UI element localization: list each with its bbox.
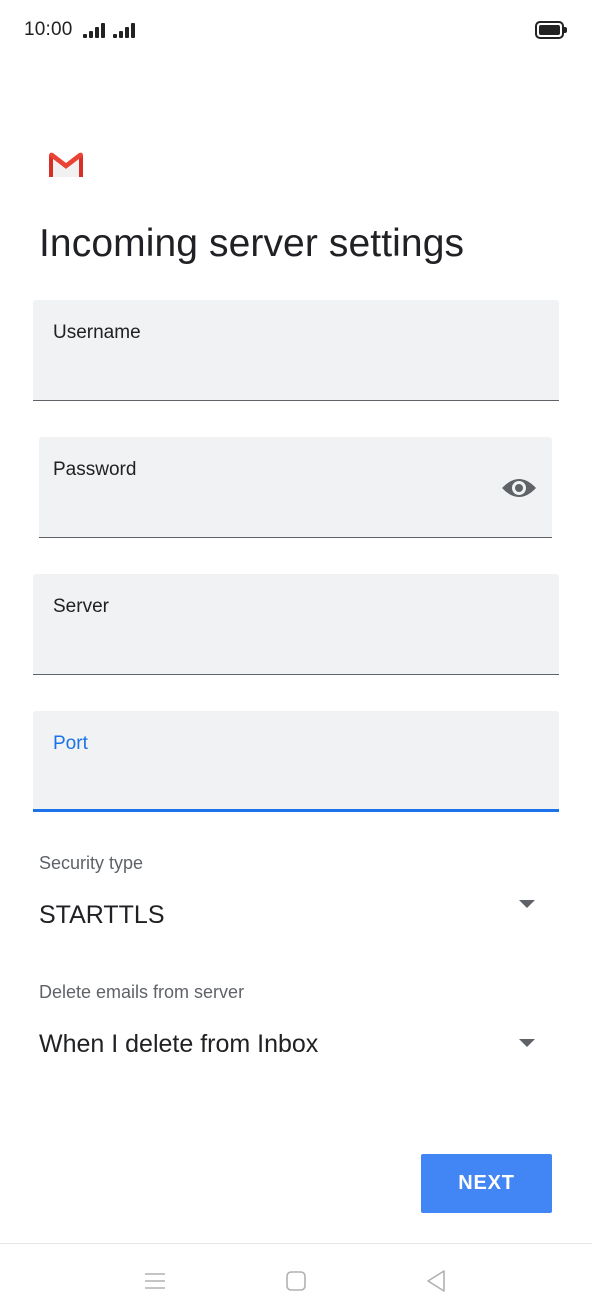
- password-field[interactable]: Password: [39, 437, 552, 538]
- signal-icon-2: [113, 22, 139, 38]
- delete-emails-label: Delete emails from server: [39, 982, 245, 1002]
- server-field[interactable]: Server: [33, 574, 559, 675]
- navigation-bar: [0, 1243, 592, 1315]
- signal-icon: [83, 22, 109, 38]
- chevron-down-icon-2[interactable]: [519, 1039, 535, 1047]
- next-button[interactable]: NEXT: [421, 1154, 552, 1213]
- security-type-dropdown[interactable]: Security type STARTTLS: [39, 853, 539, 933]
- back-icon[interactable]: [421, 1266, 451, 1296]
- delete-emails-value[interactable]: When I delete from Inbox: [39, 1030, 318, 1059]
- status-time: 10:00: [24, 19, 73, 40]
- security-type-label: Security type: [39, 853, 144, 873]
- eye-icon[interactable]: [500, 474, 538, 502]
- gmail-logo-icon: [49, 152, 83, 177]
- menu-icon[interactable]: [140, 1266, 170, 1296]
- port-label: Port: [53, 733, 88, 754]
- username-input[interactable]: [53, 360, 474, 390]
- page-title: Incoming server settings: [39, 222, 465, 265]
- delete-emails-dropdown[interactable]: Delete emails from server When I delete …: [39, 982, 539, 1062]
- port-input[interactable]: [53, 769, 474, 799]
- password-label: Password: [53, 459, 137, 480]
- home-icon[interactable]: [281, 1266, 311, 1296]
- username-field[interactable]: Username: [33, 300, 559, 401]
- battery-icon: [535, 21, 567, 39]
- password-input[interactable]: [53, 497, 438, 527]
- chevron-down-icon[interactable]: [519, 900, 535, 908]
- username-label: Username: [53, 322, 141, 343]
- server-label: Server: [53, 596, 109, 617]
- status-bar: 10:00: [0, 0, 592, 62]
- port-field[interactable]: Port: [33, 711, 559, 812]
- security-type-value[interactable]: STARTTLS: [39, 901, 165, 930]
- server-input[interactable]: [53, 634, 474, 664]
